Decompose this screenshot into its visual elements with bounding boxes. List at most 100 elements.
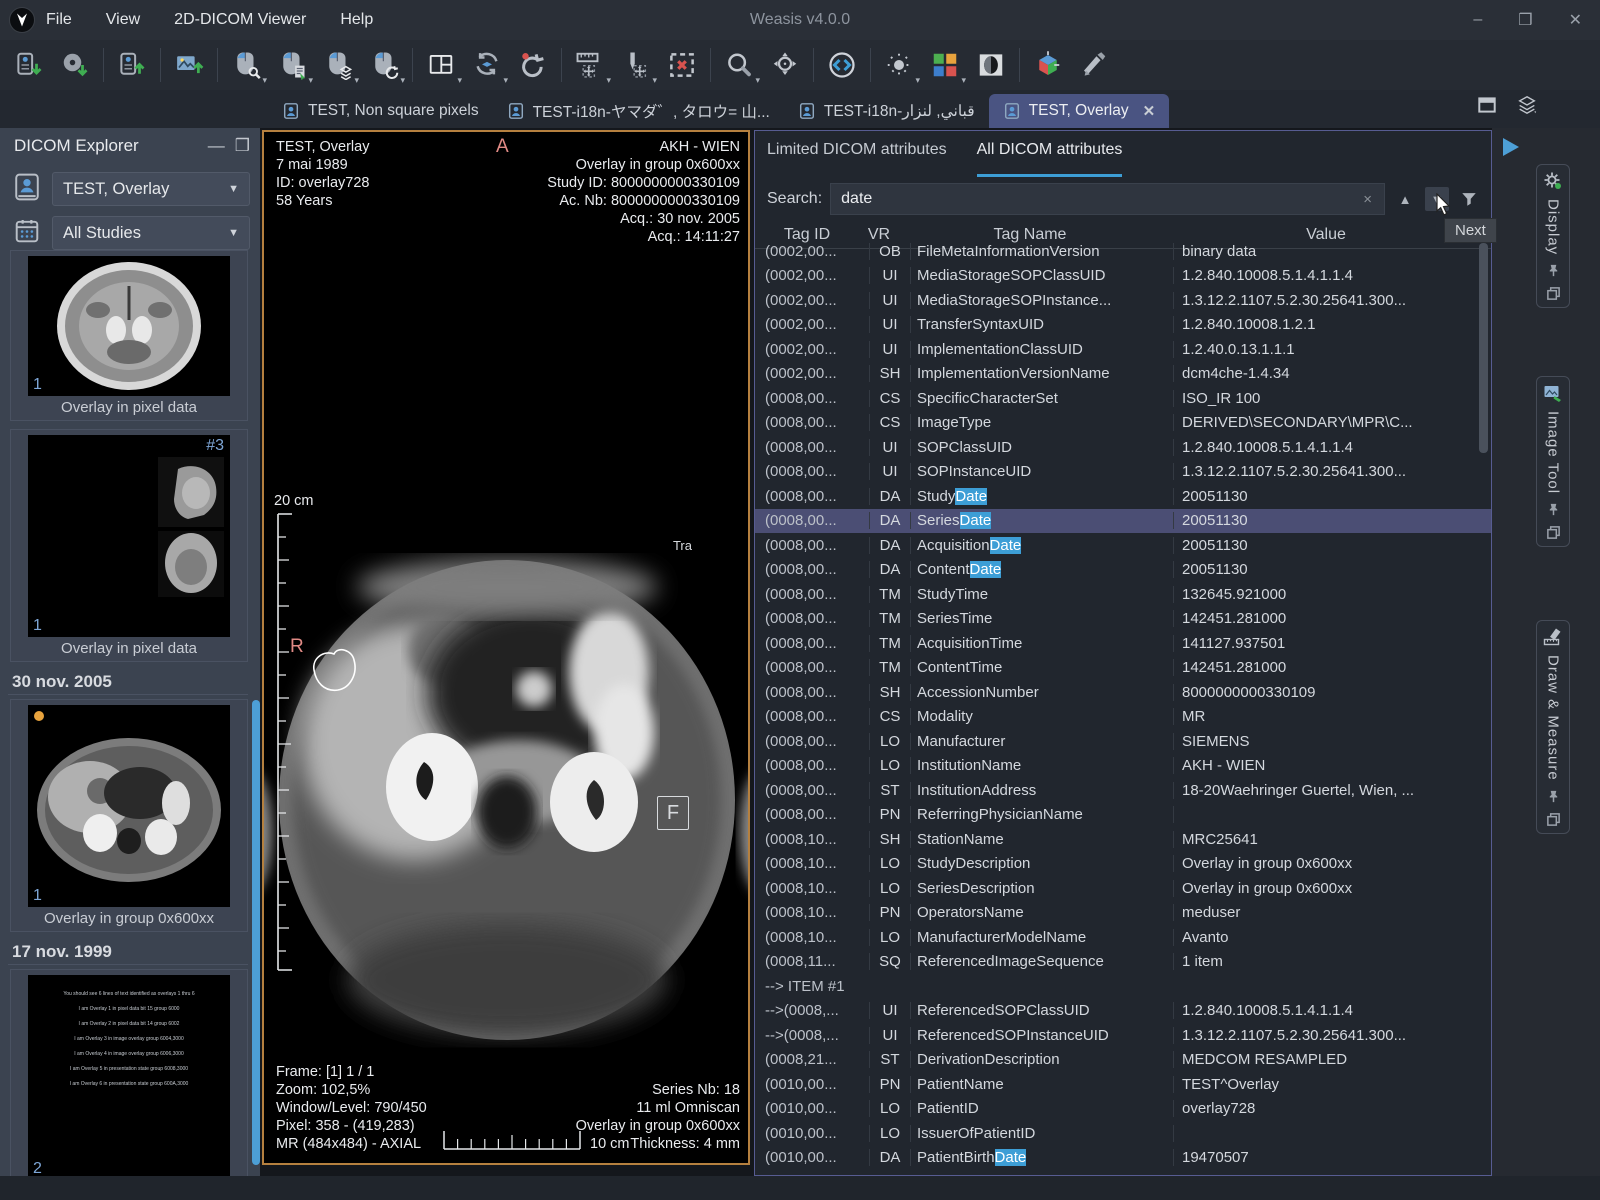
- attribute-row-34[interactable]: (0008,21...STDerivationDescriptionMEDCOM…: [755, 1048, 1491, 1073]
- zoom-icon[interactable]: ▾: [716, 44, 762, 86]
- invert-lut-icon[interactable]: [968, 44, 1014, 86]
- pin-icon[interactable]: [1546, 263, 1561, 278]
- dock-tab-image-tool[interactable]: Image Tool: [1536, 376, 1570, 547]
- attribute-row-38[interactable]: (0010,00...DAPatientBirthDate19470507: [755, 1146, 1491, 1171]
- attribute-row-17[interactable]: (0008,00...TMAcquisitionTime141127.93750…: [755, 631, 1491, 656]
- attribute-row-33[interactable]: -->(0008,...UIReferencedSOPInstanceUID1.…: [755, 1023, 1491, 1048]
- viewer-tab-4[interactable]: TEST, Overlay✕: [989, 94, 1170, 128]
- search-previous-button[interactable]: ▲: [1393, 187, 1417, 211]
- attribute-row-22[interactable]: (0008,00...LOInstitutionNameAKH - WIEN: [755, 754, 1491, 779]
- menu-help[interactable]: Help: [340, 11, 373, 29]
- attribute-row-15[interactable]: (0008,00...TMStudyTime132645.921000: [755, 582, 1491, 607]
- viewer-tab-3[interactable]: TEST-i18n-قباني, لنزار: [784, 94, 989, 128]
- mouse-rotate-icon[interactable]: ▾: [361, 44, 407, 86]
- export-dicom-icon[interactable]: [109, 44, 155, 86]
- series-thumbnail-6[interactable]: You should see 6 lines of text identifie…: [10, 969, 248, 1176]
- attribute-row-1[interactable]: (0002,00...OBFileMetaInformationVersionb…: [755, 239, 1491, 264]
- mouse-context-icon[interactable]: ▾: [269, 44, 315, 86]
- attribute-row-6[interactable]: (0002,00...SHImplementationVersionNamedc…: [755, 362, 1491, 387]
- attribute-row-26[interactable]: (0008,10...LOStudyDescriptionOverlay in …: [755, 852, 1491, 877]
- attribute-row-2[interactable]: (0002,00...UIMediaStorageSOPClassUID1.2.…: [755, 264, 1491, 289]
- synch-icon[interactable]: ▾: [464, 44, 510, 86]
- pan-icon[interactable]: [762, 44, 808, 86]
- filter-icon[interactable]: [1457, 187, 1481, 211]
- attribute-row-23[interactable]: (0008,00...STInstitutionAddress18-20Waeh…: [755, 778, 1491, 803]
- close-tab-icon[interactable]: ✕: [1143, 102, 1156, 120]
- attribute-row-35[interactable]: (0010,00...PNPatientNameTEST^Overlay: [755, 1072, 1491, 1097]
- menu-file[interactable]: File: [46, 11, 72, 29]
- tab-limited-dicom-attributes[interactable]: Limited DICOM attributes: [767, 141, 947, 177]
- attribute-row-21[interactable]: (0008,00...LOManufacturerSIEMENS: [755, 729, 1491, 754]
- attribute-row-37[interactable]: (0010,00...LOIssuerOfPatientID: [755, 1121, 1491, 1146]
- pin-icon[interactable]: [1546, 789, 1561, 804]
- detach-icon[interactable]: [1546, 525, 1561, 540]
- maximize-button[interactable]: ❒: [1518, 10, 1532, 30]
- menu-2d-dicom-viewer[interactable]: 2D-DICOM Viewer: [174, 11, 306, 29]
- series-thumbnail-1[interactable]: 1Overlay in pixel data: [10, 250, 248, 421]
- mpr-3d-icon[interactable]: [1025, 44, 1071, 86]
- explorer-scrollbar[interactable]: [252, 700, 260, 1165]
- attribute-row-13[interactable]: (0008,00...DAAcquisitionDate20051130: [755, 533, 1491, 558]
- patient-select[interactable]: TEST, Overlay▼: [52, 172, 250, 206]
- layout-icon[interactable]: ▾: [418, 44, 464, 86]
- import-cd-icon[interactable]: [52, 44, 98, 86]
- lut-icon[interactable]: ▾: [922, 44, 968, 86]
- attribute-row-25[interactable]: (0008,10...SHStationNameMRC25641: [755, 827, 1491, 852]
- search-input[interactable]: [839, 189, 1359, 209]
- attribute-row-20[interactable]: (0008,00...CSModalityMR: [755, 705, 1491, 730]
- detach-icon[interactable]: [1546, 286, 1561, 301]
- restore-layout-icon[interactable]: [1476, 94, 1498, 120]
- layers-menu-icon[interactable]: [1516, 94, 1538, 120]
- attribute-row-3[interactable]: (0002,00...UIMediaStorageSOPInstance...1…: [755, 288, 1491, 313]
- close-button[interactable]: ✕: [1569, 10, 1582, 30]
- attribute-row-5[interactable]: (0002,00...UIImplementationClassUID1.2.4…: [755, 337, 1491, 362]
- study-select[interactable]: All Studies▼: [52, 216, 250, 250]
- clear-search-icon[interactable]: ×: [1359, 191, 1376, 208]
- export-image-icon[interactable]: [166, 44, 212, 86]
- attribute-row-14[interactable]: (0008,00...DAContentDate20051130: [755, 558, 1491, 583]
- attribute-row-10[interactable]: (0008,00...UISOPInstanceUID1.3.12.2.1107…: [755, 460, 1491, 485]
- attribute-row-16[interactable]: (0008,00...TMSeriesTime142451.281000: [755, 607, 1491, 632]
- attribute-row-27[interactable]: (0008,10...LOSeriesDescriptionOverlay in…: [755, 876, 1491, 901]
- explorer-minimize-icon[interactable]: —: [208, 136, 225, 156]
- window-level-icon[interactable]: ▾: [876, 44, 922, 86]
- dock-tab-draw-measure[interactable]: Draw & Measure: [1536, 620, 1570, 834]
- attribute-row-32[interactable]: -->(0008,...UIReferencedSOPClassUID1.2.8…: [755, 999, 1491, 1024]
- attribute-row-29[interactable]: (0008,10...LOManufacturerModelNameAvanto: [755, 925, 1491, 950]
- attribute-row-18[interactable]: (0008,00...TMContentTime142451.281000: [755, 656, 1491, 681]
- attribute-row-31[interactable]: --> ITEM #1: [755, 974, 1491, 999]
- series-thumbnail-4[interactable]: 1Overlay in group 0x600xx: [10, 699, 248, 932]
- mouse-layers-icon[interactable]: ▾: [315, 44, 361, 86]
- import-dicom-icon[interactable]: [6, 44, 52, 86]
- attribute-row-28[interactable]: (0008,10...PNOperatorsNamemeduser: [755, 901, 1491, 926]
- delete-selection-icon[interactable]: [659, 44, 705, 86]
- attribute-row-9[interactable]: (0008,00...UISOPClassUID1.2.840.10008.5.…: [755, 435, 1491, 460]
- collapse-arrow-icon[interactable]: [1500, 136, 1524, 158]
- detach-icon[interactable]: [1546, 812, 1561, 827]
- attribute-row-30[interactable]: (0008,11...SQReferencedImageSequence1 it…: [755, 950, 1491, 975]
- attribute-row-7[interactable]: (0008,00...CSSpecificCharacterSetISO_IR …: [755, 386, 1491, 411]
- attribute-row-24[interactable]: (0008,00...PNReferringPhysicianName: [755, 803, 1491, 828]
- menu-view[interactable]: View: [106, 11, 140, 29]
- attribute-row-8[interactable]: (0008,00...CSImageTypeDERIVED\SECONDARY\…: [755, 411, 1491, 436]
- attribute-row-19[interactable]: (0008,00...SHAccessionNumber800000000033…: [755, 680, 1491, 705]
- dock-tab-display[interactable]: Display: [1536, 164, 1570, 308]
- series-thumbnail-2[interactable]: #31Overlay in pixel data: [10, 429, 248, 662]
- tab-all-dicom-attributes[interactable]: All DICOM attributes: [977, 141, 1123, 177]
- attribute-row-12[interactable]: (0008,00...DASeriesDate20051130: [755, 509, 1491, 534]
- viewer-tab-1[interactable]: TEST, Non square pixels: [268, 94, 493, 128]
- attribute-row-4[interactable]: (0002,00...UITransferSyntaxUID1.2.840.10…: [755, 313, 1491, 338]
- draw-icon[interactable]: ▾: [613, 44, 659, 86]
- crosshair-icon[interactable]: [819, 44, 865, 86]
- minimize-button[interactable]: –: [1473, 11, 1482, 29]
- explorer-detach-icon[interactable]: ❒: [235, 136, 250, 156]
- tools-icon[interactable]: [1071, 44, 1117, 86]
- attribute-row-36[interactable]: (0010,00...LOPatientIDoverlay728: [755, 1097, 1491, 1122]
- pin-icon[interactable]: [1546, 502, 1561, 517]
- viewer-tab-2[interactable]: TEST-i18n-ヤマダ゛, タロウ= 山...: [493, 94, 784, 128]
- reset-icon[interactable]: [510, 44, 556, 86]
- mouse-zoom-icon[interactable]: ▾: [223, 44, 269, 86]
- image-viewport[interactable]: TEST, Overlay 7 mai 1989 ID: overlay728 …: [262, 130, 750, 1165]
- attribute-row-11[interactable]: (0008,00...DAStudyDate20051130: [755, 484, 1491, 509]
- measure-icon[interactable]: ▾: [567, 44, 613, 86]
